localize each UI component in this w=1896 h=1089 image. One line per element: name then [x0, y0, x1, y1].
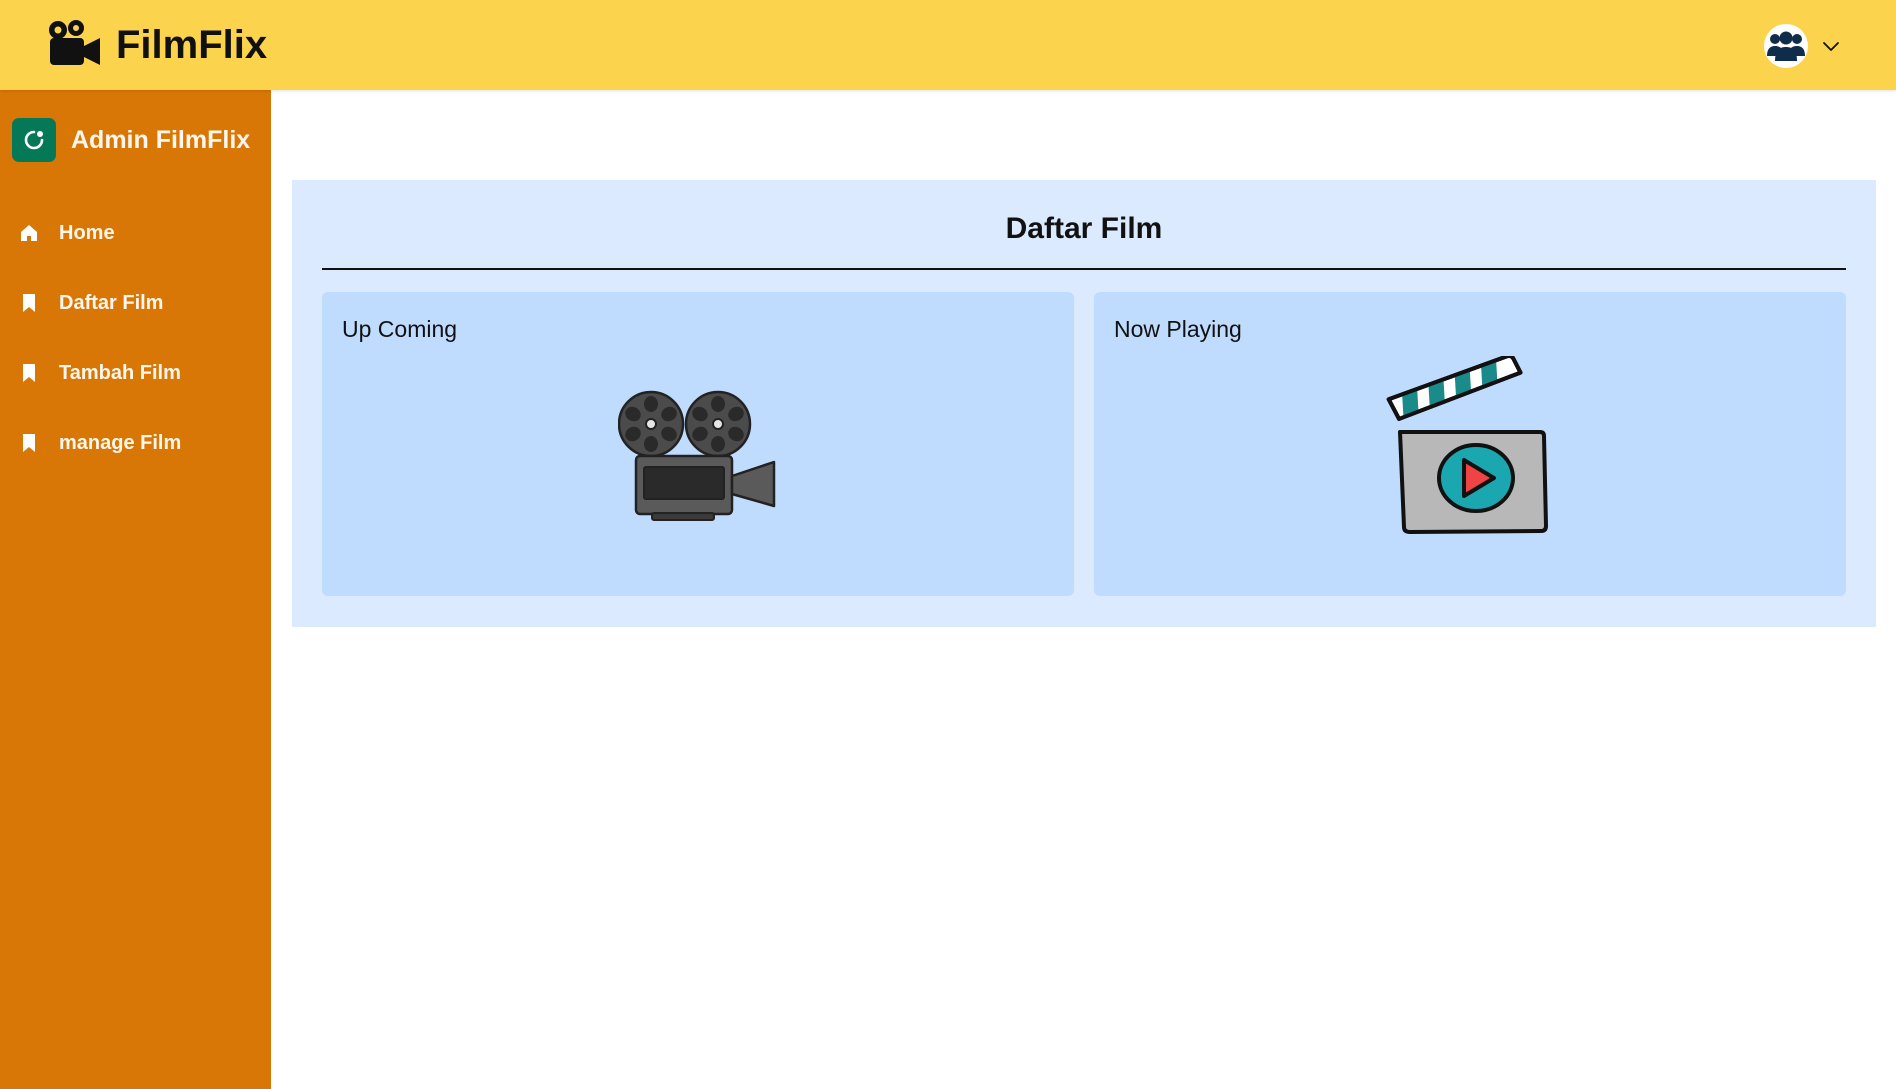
sidebar-item-tambah-film[interactable]: Tambah Film — [0, 338, 271, 408]
brand-name: FilmFlix — [116, 22, 268, 67]
upcoming-card[interactable]: Up Coming — [322, 292, 1074, 596]
movie-camera-icon — [49, 20, 100, 65]
sidebar: Admin FilmFlix Home Daftar Film Tambah F… — [0, 90, 271, 1089]
sidebar-item-label: Daftar Film — [59, 291, 164, 314]
sidebar-item-daftar-film[interactable]: Daftar Film — [0, 268, 271, 338]
sidebar-item-label: Home — [59, 221, 115, 244]
app-logo-icon — [12, 118, 56, 162]
divider — [322, 268, 1846, 270]
bookmark-icon — [23, 294, 35, 312]
now-playing-card[interactable]: Now Playing — [1094, 292, 1846, 596]
film-list-panel: Daftar Film Up Coming Now Playing — [292, 180, 1876, 627]
sidebar-item-manage-film[interactable]: manage Film — [0, 408, 271, 478]
brand[interactable]: FilmFlix — [44, 18, 267, 72]
bookmark-icon — [23, 434, 35, 452]
sidebar-nav: Home Daftar Film Tambah Film manage Film — [0, 198, 271, 478]
user-menu[interactable] — [1764, 24, 1840, 68]
card-title: Now Playing — [1114, 316, 1242, 342]
chevron-down-icon[interactable] — [1822, 40, 1840, 52]
home-icon — [21, 225, 37, 241]
users-icon[interactable] — [1764, 24, 1808, 68]
clapperboard-play-icon — [1386, 356, 1548, 534]
page-title: Daftar Film — [1005, 212, 1163, 245]
sidebar-brand[interactable]: Admin FilmFlix — [12, 118, 271, 162]
sidebar-item-home[interactable]: Home — [0, 198, 271, 268]
film-projector-icon — [618, 390, 776, 521]
card-title: Up Coming — [342, 316, 458, 342]
top-bar: FilmFlix — [0, 0, 1896, 90]
bookmark-icon — [23, 364, 35, 382]
sidebar-item-label: manage Film — [59, 431, 182, 454]
sidebar-title: Admin FilmFlix — [71, 125, 251, 154]
sidebar-item-label: Tambah Film — [59, 361, 181, 384]
